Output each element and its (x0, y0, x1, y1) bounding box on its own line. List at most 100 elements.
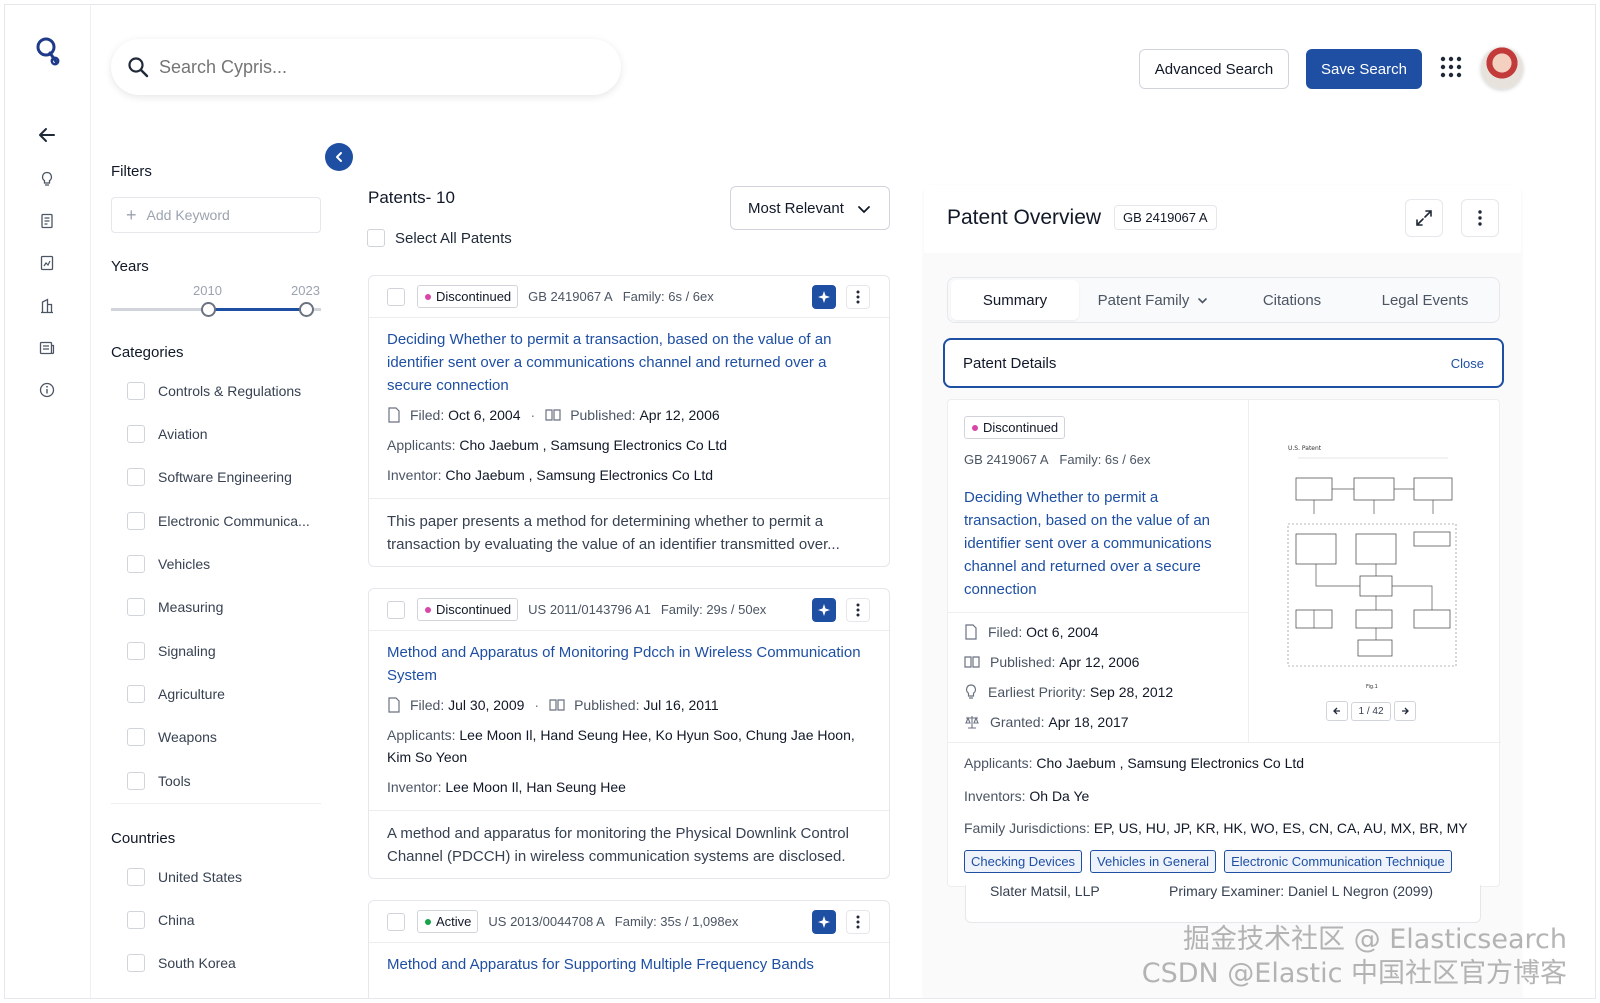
patent-card[interactable]: Discontinued GB 2419067 A Family: 6s / 6… (368, 275, 890, 567)
years-heading: Years (111, 258, 149, 275)
chevron-left-icon (336, 152, 342, 162)
lightbulb-icon[interactable] (35, 167, 59, 191)
category-checkbox[interactable] (127, 382, 145, 400)
more-options-button[interactable] (846, 598, 870, 622)
patent-checkbox[interactable] (387, 287, 405, 306)
patent-card[interactable]: Active US 2013/0044708 A Family: 35s / 1… (368, 900, 890, 998)
news-icon[interactable] (35, 336, 59, 360)
category-checkbox[interactable] (127, 598, 145, 616)
plus-icon: + (126, 204, 137, 225)
overview-more-button[interactable] (1461, 199, 1499, 237)
filed-label: Filed: (410, 697, 445, 713)
search-input[interactable] (159, 56, 559, 78)
tag-chip[interactable]: Electronic Communication Technique (1224, 850, 1452, 873)
filed-date: Jul 30, 2009 (448, 697, 525, 713)
select-all-checkbox[interactable] (367, 229, 385, 247)
patent-family: Family: 6s / 6ex (622, 289, 714, 304)
category-checkbox[interactable] (127, 685, 145, 703)
patent-dates: Filed: Oct 6, 2004 · Published: Apr 12, … (387, 403, 871, 427)
patent-card[interactable]: Discontinued US 2011/0143796 A1 Family: … (368, 588, 890, 879)
categories-heading: Categories (111, 344, 184, 361)
patent-title-link[interactable]: Deciding Whether to permit a transaction… (387, 328, 871, 397)
country-checkbox[interactable] (127, 954, 145, 972)
category-checkbox[interactable] (127, 728, 145, 746)
expand-button[interactable] (1405, 199, 1443, 237)
save-search-button[interactable]: Save Search (1306, 49, 1422, 89)
category-checkbox[interactable] (127, 425, 145, 443)
country-item[interactable]: United States (127, 866, 242, 888)
country-checkbox[interactable] (127, 911, 145, 929)
category-checkbox[interactable] (127, 772, 145, 790)
category-item[interactable]: Agriculture (127, 683, 225, 705)
document-icon[interactable] (35, 209, 59, 233)
more-options-button[interactable] (846, 910, 870, 934)
years-slider-min-handle[interactable] (201, 302, 216, 317)
years-slider-range (209, 308, 307, 311)
advanced-search-button[interactable]: Advanced Search (1139, 49, 1289, 89)
category-item[interactable]: Weapons (127, 726, 217, 748)
patent-id: US 2013/0044708 A (488, 914, 605, 929)
details-jurisdictions: Family Jurisdictions: EP, US, HU, JP, KR… (964, 820, 1468, 836)
ai-sparkle-button[interactable] (812, 598, 836, 622)
sort-dropdown[interactable]: Most Relevant (730, 186, 890, 230)
add-keyword-input[interactable]: + Add Keyword (111, 197, 321, 233)
avatar[interactable] (1481, 47, 1523, 89)
category-item[interactable]: Measuring (127, 596, 223, 618)
category-checkbox[interactable] (127, 642, 145, 660)
category-item[interactable]: Controls & Regulations (127, 380, 301, 402)
peek-attorney: Slater Matsil, LLP (990, 885, 1100, 899)
collapse-filters-button[interactable] (325, 143, 353, 171)
close-details-link[interactable]: Close (1451, 356, 1484, 371)
years-slider-max-handle[interactable] (299, 302, 314, 317)
ai-sparkle-button[interactable] (812, 285, 836, 309)
country-item[interactable]: South Korea (127, 952, 236, 974)
filters-divider (111, 803, 321, 804)
search-icon (128, 57, 149, 78)
category-item[interactable]: Aviation (127, 423, 208, 445)
prev-figure-button[interactable] (1326, 701, 1348, 721)
cypris-logo-icon[interactable] (33, 35, 63, 71)
tab-summary[interactable]: Summary (951, 280, 1079, 320)
search-bar[interactable] (111, 39, 621, 95)
patent-checkbox[interactable] (387, 912, 405, 931)
patent-checkbox[interactable] (387, 600, 405, 619)
chevron-down-icon (858, 206, 870, 213)
category-item[interactable]: Software Engineering (127, 466, 292, 488)
country-label: China (158, 912, 195, 928)
watermark-line-1: CSDN @Elastic 中国社区官方博客 (1141, 958, 1567, 989)
sparkle-icon (818, 291, 830, 303)
category-item[interactable]: Tools (127, 770, 191, 792)
tag-chip[interactable]: Vehicles in General (1090, 850, 1217, 873)
category-checkbox[interactable] (127, 512, 145, 530)
patent-title-link[interactable]: Method and Apparatus for Supporting Mult… (387, 953, 871, 976)
details-left-column: Discontinued GB 2419067 A Family: 6s / 6… (948, 400, 1249, 742)
next-figure-button[interactable] (1394, 701, 1416, 721)
category-item[interactable]: Vehicles (127, 553, 210, 575)
ai-sparkle-button[interactable] (812, 910, 836, 934)
tab-patent-family[interactable]: Patent Family (1079, 280, 1227, 320)
country-checkbox[interactable] (127, 868, 145, 886)
kebab-icon (856, 290, 860, 304)
apps-grid-icon[interactable] (1439, 55, 1463, 79)
info-icon[interactable] (35, 378, 59, 402)
tab-legal-events[interactable]: Legal Events (1357, 280, 1493, 320)
patent-title-link[interactable]: Method and Apparatus of Monitoring Pdcch… (387, 641, 871, 687)
left-rail (5, 5, 91, 998)
category-item[interactable]: Electronic Communica... (127, 510, 310, 532)
patent-figure-image[interactable]: U.S. Patent Fig.1 (1278, 436, 1468, 696)
select-all-patents[interactable]: Select All Patents (367, 229, 512, 247)
more-options-button[interactable] (846, 285, 870, 309)
status-badge: Discontinued (417, 285, 519, 308)
category-checkbox[interactable] (127, 468, 145, 486)
published-label: Published: (574, 697, 640, 713)
category-item[interactable]: Signaling (127, 640, 216, 662)
details-patent-title[interactable]: Deciding Whether to permit a transaction… (964, 486, 1236, 601)
category-checkbox[interactable] (127, 555, 145, 573)
tab-citations[interactable]: Citations (1227, 280, 1357, 320)
back-arrow-icon[interactable] (35, 123, 59, 147)
building-icon[interactable] (35, 294, 59, 318)
tag-chip[interactable]: Checking Devices (964, 850, 1083, 873)
category-label: Aviation (158, 426, 208, 442)
country-item[interactable]: China (127, 909, 195, 931)
report-icon[interactable] (35, 251, 59, 275)
